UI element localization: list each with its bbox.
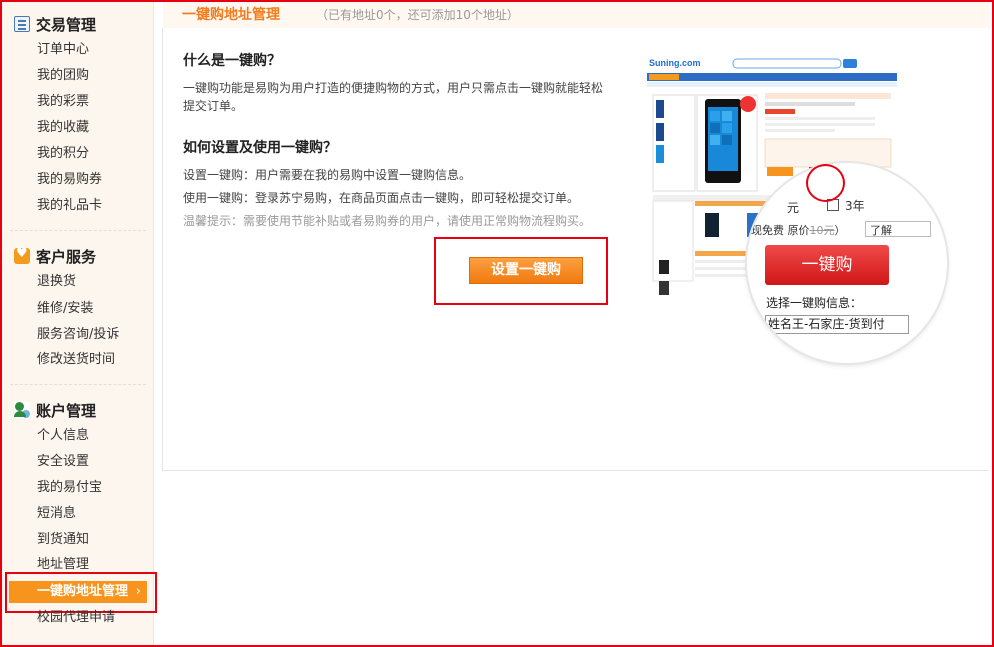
address-count: （已有地址0个，还可添加10个地址） [316,8,519,22]
chevron-right-icon: › [135,584,141,599]
zoom-learn-more: 了解 [865,221,931,237]
page-header: 一键购地址管理 （已有地址0个，还可添加10个地址） [163,2,990,29]
sidebar-section-title: 交易管理 [36,15,97,34]
sidebar-item-coupons[interactable]: 我的易购券 [37,172,102,188]
suning-logo: Suning.com [649,58,701,68]
sidebar-section-trade: 交易管理 [14,14,96,34]
what-is-text: 一键购功能是易购为用户打造的便捷购物的方式，用户只需点击一键购就能轻松提交订单。 [183,81,604,113]
setup-one-click-button[interactable]: 设置一键购 [469,257,583,284]
zoom-select-label: 选择一键购信息： [766,296,863,310]
use-instruction: 使用一键购：登录苏宁易购，在商品页面点击一键购，即可轻松提交订单。 [183,191,580,205]
page-title: 一键购地址管理 [182,7,280,23]
sidebar-item-label: 一键购地址管理 [37,584,129,599]
sidebar-item-one-click-address[interactable]: 一键购地址管理 › [9,581,147,603]
sidebar-item-repair[interactable]: 维修/安装 [37,301,93,317]
how-to-heading: 如何设置及使用一键购？ [183,140,337,156]
zoom-one-click-button: 一键购 [765,245,889,285]
sidebar-section-title: 客户服务 [36,247,97,266]
sidebar-item-delivery-time[interactable]: 修改送货时间 [37,352,115,368]
sidebar-section-service: 客户服务 [14,246,96,266]
heart-icon [14,246,30,264]
sidebar-item-complaints[interactable]: 服务咨询/投诉 [37,327,119,343]
sidebar-section-title: 账户管理 [36,401,97,420]
sidebar-section-account: 账户管理 [14,400,96,420]
sidebar-item-profile[interactable]: 个人信息 [37,428,89,444]
warm-tip: 温馨提示：需要使用节能补贴或者易购券的用户，请使用正常购物流程购买。 [183,214,592,228]
one-click-zoom-callout: 元 3年 现免费 原价10元） 了解 一键购 选择一键购信息： 姓名王-石家庄-… [747,163,947,363]
sidebar-divider [10,384,146,385]
trade-list-icon [14,16,30,32]
zoom-free-offer: 现免费 原价10元） [751,224,846,237]
what-is-heading: 什么是一键购？ [183,53,281,69]
sidebar-item-arrival-notice[interactable]: 到货通知 [37,532,89,548]
zoom-warranty-fragment: 3年 [845,199,865,213]
sidebar-item-messages[interactable]: 短消息 [37,506,76,522]
sidebar-item-lottery[interactable]: 我的彩票 [37,94,89,110]
sidebar-item-epay[interactable]: 我的易付宝 [37,480,102,496]
zoom-address-select: 姓名王-石家庄-货到付 [765,315,909,334]
sidebar-item-returns[interactable]: 退换货 [37,274,76,290]
zoom-source-highlight [806,164,845,202]
sidebar-item-points[interactable]: 我的积分 [37,146,89,162]
sidebar-item-orders[interactable]: 订单中心 [37,42,89,58]
sidebar-divider [10,230,146,231]
setup-instruction: 设置一键购：用户需要在我的易购中设置一键购信息。 [183,168,472,182]
sidebar-item-group-buy[interactable]: 我的团购 [37,68,89,84]
sidebar-item-address[interactable]: 地址管理 [37,557,89,573]
sidebar-item-campus-agent[interactable]: 校园代理申请 [37,610,115,626]
user-settings-icon [14,402,31,419]
sidebar-item-gift-cards[interactable]: 我的礼品卡 [37,198,102,214]
sidebar-item-security[interactable]: 安全设置 [37,454,89,470]
sidebar-item-favorites[interactable]: 我的收藏 [37,120,89,136]
zoom-price-fragment: 元 [787,201,800,215]
